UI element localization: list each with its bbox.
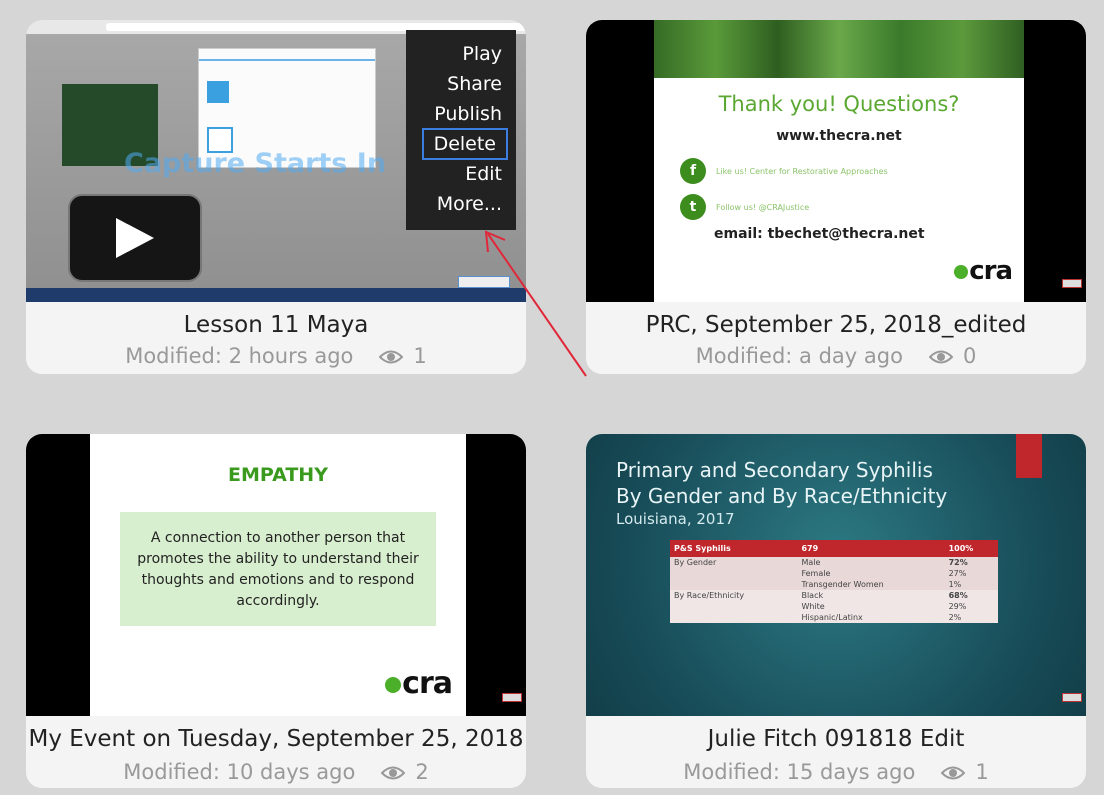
- slide-twitter-text: Follow us! @CRAJustice: [716, 203, 810, 212]
- menu-item-play[interactable]: Play: [462, 42, 502, 66]
- video-title[interactable]: My Event on Tuesday, September 25, 2018: [26, 726, 526, 752]
- video-card-my-event[interactable]: EMPATHY A connection to another person t…: [26, 434, 526, 788]
- eye-icon: [380, 762, 406, 786]
- slide-image: Primary and Secondary Syphilis By Gender…: [586, 434, 1086, 716]
- taskbar-image: [26, 288, 526, 302]
- view-count: 1: [413, 344, 427, 368]
- view-count: 0: [962, 344, 977, 368]
- slide-heading: Thank you! Questions?: [718, 92, 960, 116]
- video-title[interactable]: Lesson 11 Maya: [26, 312, 526, 338]
- eye-icon: [928, 346, 954, 370]
- menu-item-delete[interactable]: Delete: [421, 128, 508, 160]
- slide-facebook-text: Like us! Center for Restorative Approach…: [716, 167, 888, 176]
- capture-starts-text: Capture Starts In: [124, 148, 387, 179]
- twitter-icon: t: [680, 194, 706, 220]
- slide-body: A connection to another person that prom…: [120, 512, 436, 626]
- cra-logo: cra: [954, 256, 1013, 286]
- modified-text: Modified: 15 days ago: [683, 760, 916, 784]
- modified-text: Modified: a day ago: [695, 344, 903, 368]
- menu-item-edit[interactable]: Edit: [465, 162, 502, 186]
- eye-icon: [378, 346, 404, 370]
- slide-image: EMPATHY A connection to another person t…: [90, 434, 466, 716]
- video-thumbnail[interactable]: Primary and Secondary Syphilis By Gender…: [586, 434, 1086, 716]
- modified-text: Modified: 10 days ago: [123, 760, 356, 784]
- video-meta: Modified: 15 days ago 1: [586, 760, 1086, 786]
- slide-subtitle: Louisiana, 2017: [616, 510, 735, 528]
- video-thumbnail[interactable]: Thank you! Questions? www.thecra.net f L…: [586, 20, 1086, 302]
- facebook-icon: f: [680, 158, 706, 184]
- play-icon: [116, 218, 154, 258]
- video-title[interactable]: Julie Fitch 091818 Edit: [586, 726, 1086, 752]
- modified-text: Modified: 2 hours ago: [125, 344, 354, 368]
- video-meta: Modified: a day ago 0: [586, 344, 1086, 370]
- video-meta: Modified: 2 hours ago 1: [26, 344, 526, 370]
- view-count: 2: [415, 760, 429, 784]
- slide-title-line2: By Gender and By Race/Ethnicity: [616, 484, 948, 508]
- slide-table: P&S Syphilis 679 100% By Gender Male 72% F…: [670, 540, 998, 623]
- video-thumbnail[interactable]: Capture Starts In Play Share Publish Del…: [26, 20, 526, 302]
- video-thumbnail[interactable]: EMPATHY A connection to another person t…: [26, 434, 526, 716]
- slide-image: Thank you! Questions? www.thecra.net f L…: [654, 20, 1024, 302]
- cra-logo: cra: [385, 666, 453, 701]
- video-card-julie-fitch[interactable]: Primary and Secondary Syphilis By Gender…: [586, 434, 1086, 788]
- menu-item-more[interactable]: More...: [437, 192, 502, 216]
- slide-email: email: tbechet@thecra.net: [714, 226, 925, 242]
- video-card-lesson-11-maya[interactable]: Capture Starts In Play Share Publish Del…: [26, 20, 526, 374]
- play-button[interactable]: [68, 194, 202, 282]
- slide-title-line1: Primary and Secondary Syphilis: [616, 458, 933, 482]
- context-menu: Play Share Publish Delete Edit More...: [406, 30, 516, 230]
- eye-icon: [940, 762, 966, 786]
- video-card-prc[interactable]: Thank you! Questions? www.thecra.net f L…: [586, 20, 1086, 374]
- video-meta: Modified: 10 days ago 2: [26, 760, 526, 786]
- menu-item-share[interactable]: Share: [447, 72, 502, 96]
- slide-website: www.thecra.net: [776, 128, 902, 144]
- slide-heading: EMPATHY: [228, 464, 328, 486]
- menu-item-publish[interactable]: Publish: [434, 102, 502, 126]
- video-title[interactable]: PRC, September 25, 2018_edited: [586, 312, 1086, 338]
- trees-banner-image: [654, 20, 1024, 78]
- view-count: 1: [975, 760, 989, 784]
